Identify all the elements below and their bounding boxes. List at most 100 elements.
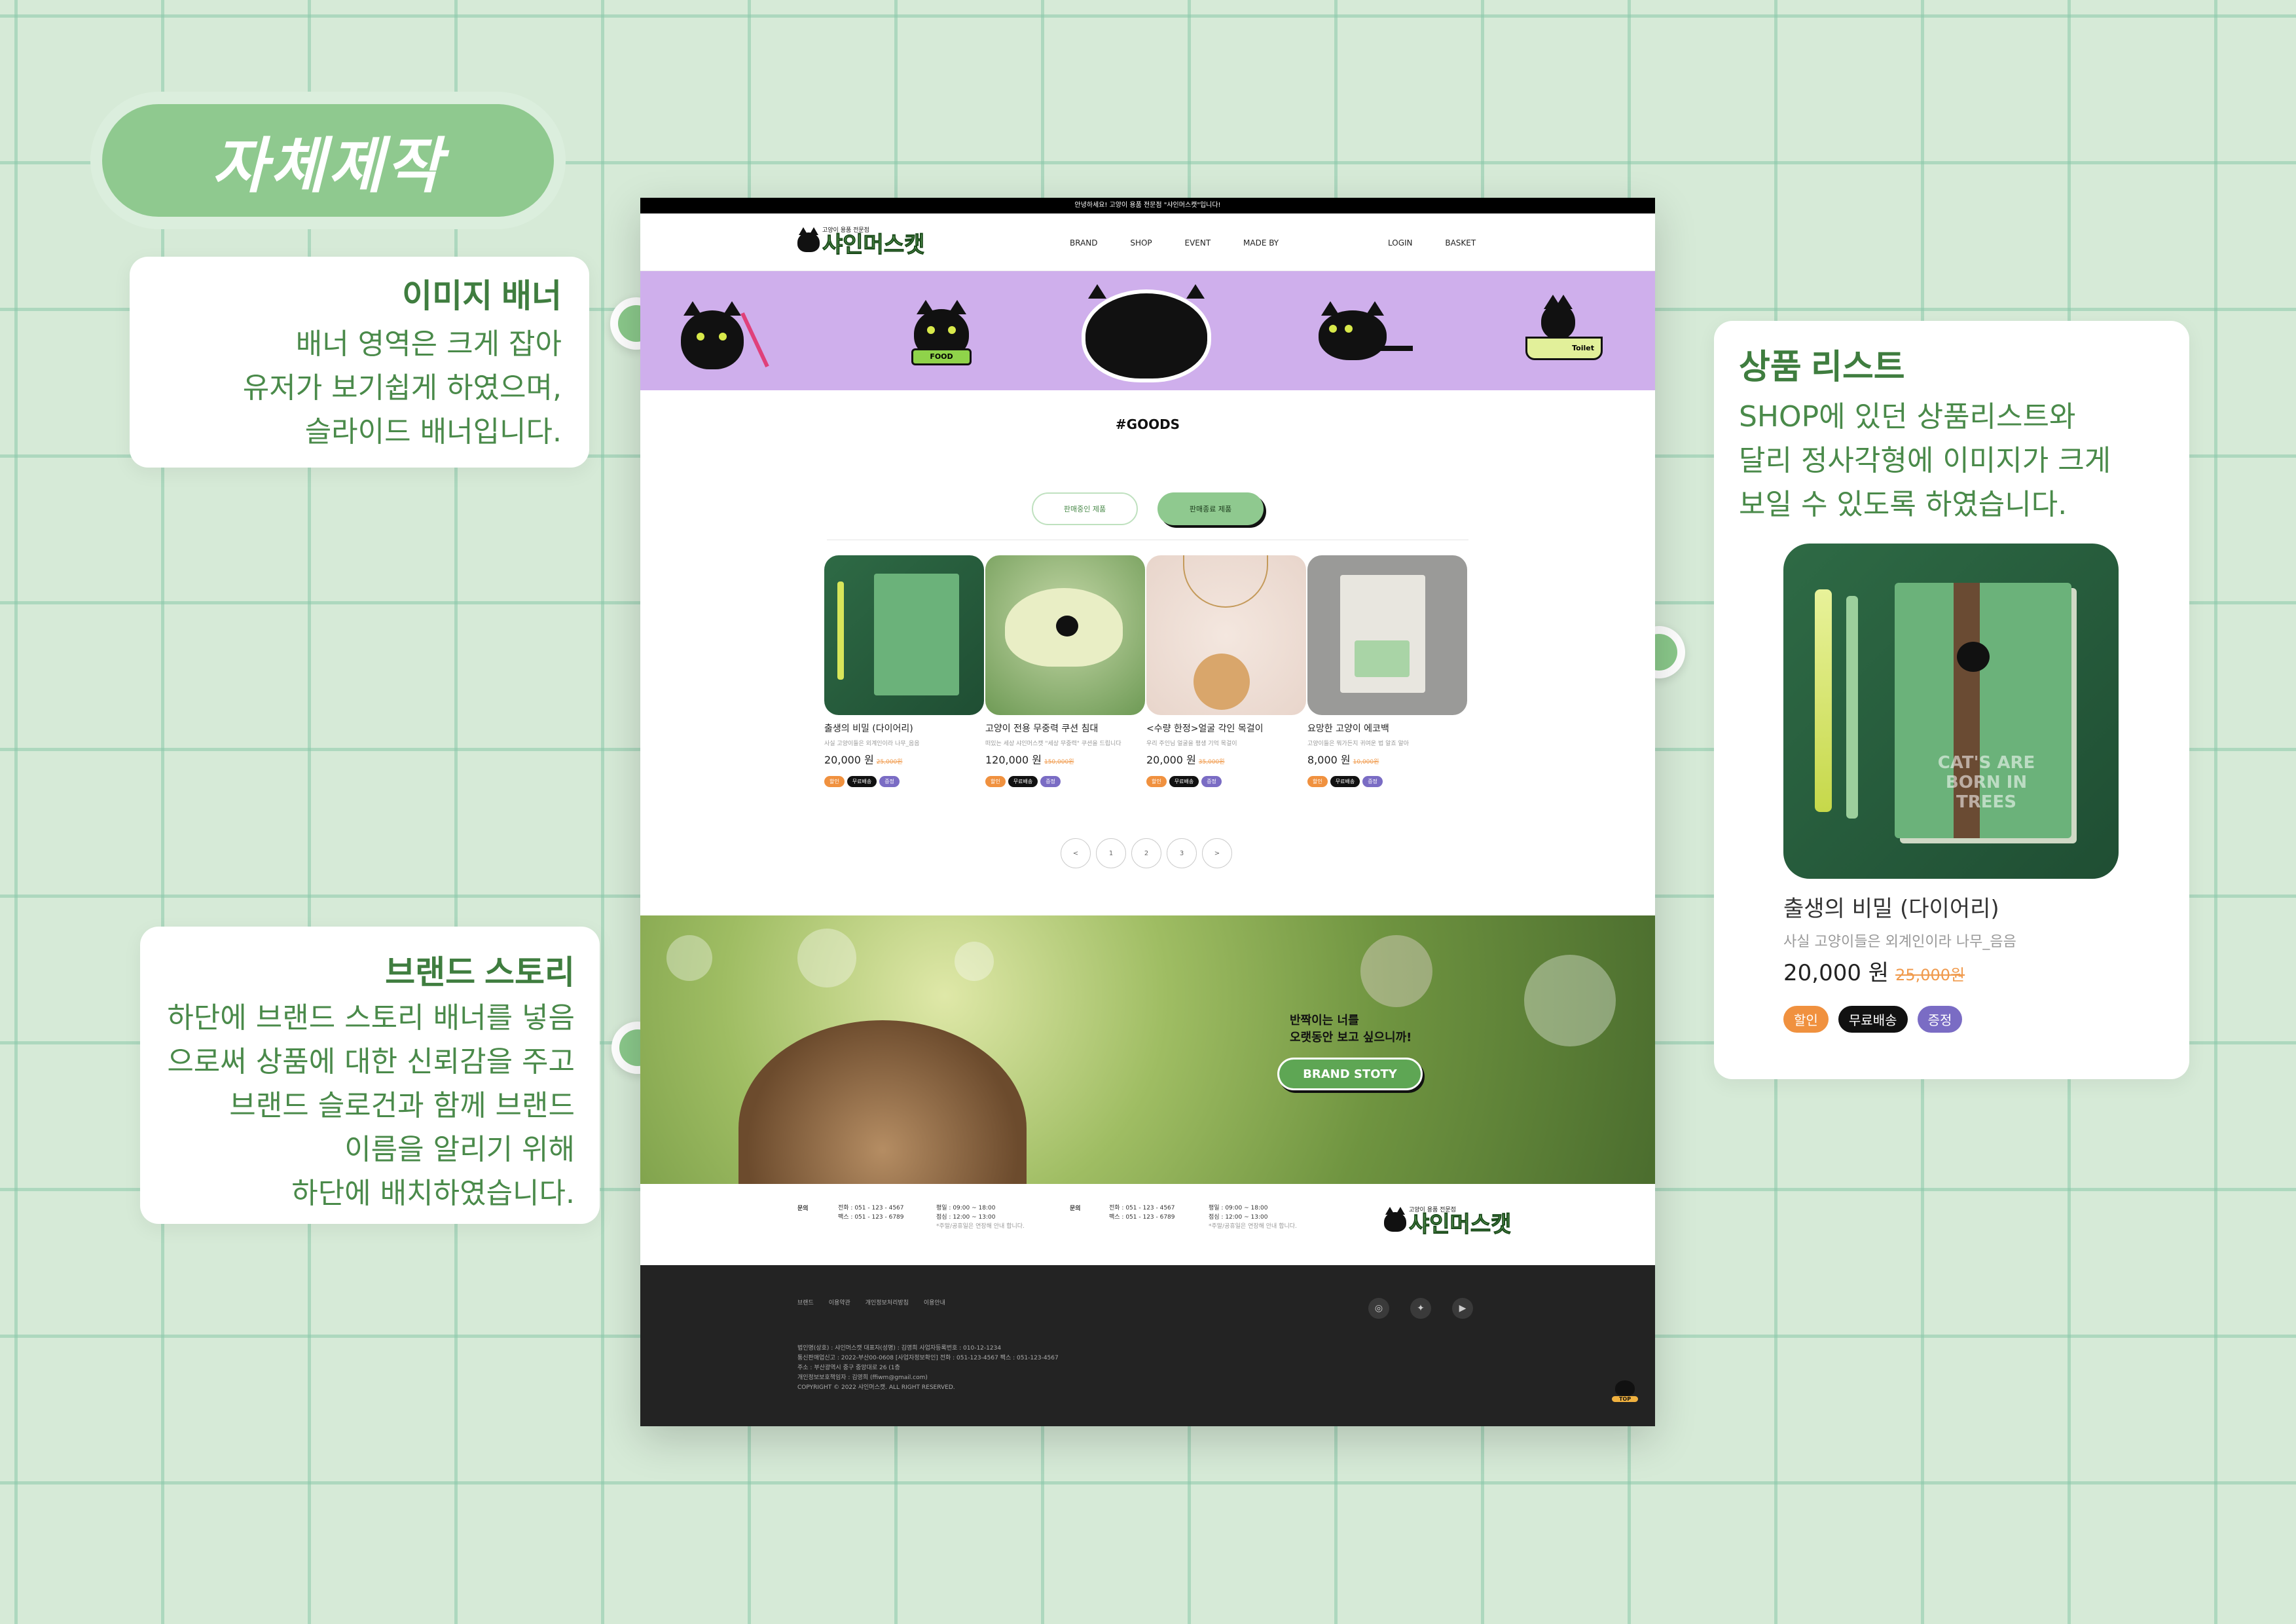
product-name[interactable]: 고양이 전용 무중력 쿠션 침대 (985, 722, 1145, 735)
contact-hours: 평일 : 09:00 ~ 18:00 (936, 1205, 996, 1211)
twitter-icon[interactable]: ✦ (1410, 1298, 1431, 1319)
page-next-button[interactable]: > (1202, 838, 1232, 868)
contact-phone: 전화 : 051 - 123 - 4567 (838, 1205, 904, 1211)
product-old-price: 25,000원 (876, 759, 903, 766)
nav-basket[interactable]: BASKET (1445, 238, 1476, 248)
company-info-line: 통신판매업신고 : 2022-부산00-0608 [사업자정보확인] 전화 : … (797, 1355, 1059, 1361)
cat-tail-shape (1374, 346, 1413, 351)
tab-on-sale[interactable]: 판매중인 제품 (1032, 492, 1138, 525)
product-image[interactable] (985, 555, 1145, 715)
eye (697, 333, 704, 341)
instagram-icon[interactable]: ◎ (1368, 1298, 1389, 1319)
image-banner[interactable]: FOOD Toilet (640, 271, 1655, 390)
cat-icon (1957, 642, 1990, 672)
toilet-box: Toilet (1525, 337, 1603, 360)
brand-story-annotation-line: 으로써 상품에 대한 신뢰감을 주고 (167, 1045, 575, 1079)
company-info-line: 개인정보보호책임자 : 김영희 (ffiwm@gmail.com) (797, 1375, 928, 1381)
brand-story-button[interactable]: BRAND STOTY (1279, 1060, 1421, 1088)
product-name[interactable]: <수량 한정>얼굴 각인 목걸이 (1146, 722, 1306, 735)
product-list-annotation-line: SHOP에 있던 상품리스트와 (1739, 400, 2076, 434)
youtube-icon[interactable]: ▶ (1452, 1298, 1473, 1319)
top-button[interactable]: TOP (1612, 1380, 1638, 1407)
product-card[interactable]: 고양이 전용 무중력 쿠션 침대 떠있는 세상 샤인머스캣 "세상 무중력" 쿠… (985, 555, 1145, 787)
product-old-price: 35,000원 (1198, 759, 1225, 766)
product-card[interactable]: <수량 한정>얼굴 각인 목걸이 우리 주인님 얼굴을 평생 기억 목걸이 20… (1146, 555, 1306, 787)
cat-logo-icon (797, 227, 820, 252)
eye (1329, 325, 1337, 333)
company-info: 법인명(상호) : 샤인머스캣 대표자(성명) : 김영희 사업자등록번호 : … (797, 1344, 1059, 1393)
zoom-product-desc: 사실 고양이들은 외계인이라 나무_음음 (1783, 934, 2016, 950)
page-button[interactable]: 3 (1167, 838, 1197, 868)
bokeh (1360, 935, 1432, 1007)
tag-discount: 할인 (824, 776, 845, 787)
product-desc: 고양이들은 뭐가든지 귀여운 법 알죠 알아 (1307, 741, 1410, 747)
product-image[interactable] (1307, 555, 1467, 715)
site-footer: 브랜드 이용약관 개인정보처리방침 이용안내 법인명(상호) : 샤인머스캣 대… (640, 1265, 1655, 1426)
brand-story-annotation-line: 하단에 브랜드 스토리 배너를 넣음 (167, 1001, 575, 1035)
tag-discount: 할인 (985, 776, 1006, 787)
product-card[interactable]: 요망한 고양이 에코백 고양이들은 뭐가든지 귀여운 법 알죠 알아 8,000… (1307, 555, 1467, 787)
product-price-row: 20,000 원 35,000원 (1146, 751, 1306, 767)
footer-link[interactable]: 이용안내 (924, 1300, 945, 1306)
product-tags: 할인 무료배송 증정 (985, 773, 1145, 787)
wand-toy-shape (740, 312, 769, 368)
banner-annotation-line: 슬라이드 배너입니다. (304, 415, 562, 449)
product-list-annotation-title: 상품 리스트 (1739, 348, 1905, 386)
cat-icon (1056, 616, 1078, 637)
product-price: 8,000 원 (1307, 754, 1351, 766)
pencil-shape (1846, 596, 1858, 819)
contact-hours-block: 평일 : 09:00 ~ 18:00 점심 : 12:00 ~ 13:00 *주… (936, 1204, 1025, 1231)
contact-info: 문의 전화 : 051 - 123 - 4567 팩스 : 051 - 123 … (640, 1184, 1655, 1265)
product-name[interactable]: 출생의 비밀 (다이어리) (824, 722, 984, 735)
product-image[interactable] (824, 555, 984, 715)
diary-shape: CAT'S ARE BORN IN TREES (1895, 583, 2071, 838)
eye (719, 333, 727, 341)
footer-logo[interactable]: 고양이 용품 전문점 샤인머스캣 (1384, 1206, 1512, 1236)
product-list-annotation-line: 달리 정사각형에 이미지가 크게 (1739, 444, 2111, 477)
site-logo[interactable]: 고양이 용품 전문점 샤인머스캣 (797, 227, 925, 257)
contact-lunch: 점심 : 12:00 ~ 13:00 (1209, 1214, 1268, 1221)
copyright: COPYRIGHT © 2022 샤인머스캣. ALL RIGHT RESERV… (797, 1384, 955, 1391)
product-image[interactable] (1146, 555, 1306, 715)
zoom-product-image: CAT'S ARE BORN IN TREES (1783, 544, 2119, 879)
tag-gift: 증정 (1040, 776, 1061, 787)
bokeh (666, 935, 712, 981)
page-prev-button[interactable]: < (1061, 838, 1091, 868)
product-list-annotation-card: 상품 리스트 SHOP에 있던 상품리스트와 달리 정사각형에 이미지가 크게 … (1714, 321, 2189, 1079)
footer-link[interactable]: 개인정보처리방침 (866, 1300, 909, 1306)
product-desc: 떠있는 세상 샤인머스캣 "세상 무중력" 쿠션을 드립니다 (985, 741, 1121, 747)
tab-sold-out[interactable]: 판매종료 제품 (1157, 492, 1264, 525)
nav-made-by[interactable]: MADE BY (1243, 238, 1279, 248)
tag-discount: 할인 (1146, 776, 1167, 787)
kitten-photo (738, 1020, 1027, 1184)
pen-shape (1815, 589, 1832, 812)
zoom-product-price: 20,000 원 (1783, 960, 1889, 986)
contact-phone-block: 전화 : 051 - 123 - 4567 팩스 : 051 - 123 - 6… (838, 1204, 904, 1222)
footer-link[interactable]: 브랜드 (797, 1300, 814, 1306)
product-old-price: 150,000원 (1044, 759, 1074, 766)
page-button[interactable]: 1 (1096, 838, 1126, 868)
page-title: 자체제작 (102, 104, 554, 217)
nav-event[interactable]: EVENT (1185, 238, 1211, 248)
cat-toy-illustration (681, 301, 744, 369)
product-desc: 우리 주인님 얼굴을 평생 기억 목걸이 (1146, 741, 1237, 747)
diary-shape (874, 574, 959, 695)
product-price-row: 20,000 원 25,000원 (824, 751, 984, 767)
product-name[interactable]: 요망한 고양이 에코백 (1307, 722, 1467, 735)
product-price: 120,000 원 (985, 754, 1042, 766)
brand-story-banner: 반짝이는 너를 오랫동안 보고 싶으니까! BRAND STOTY (640, 915, 1655, 1184)
brand-story-annotation-line: 브랜드 슬로건과 함께 브랜드 (229, 1089, 575, 1122)
brand-slogan: 반짝이는 너를 오랫동안 보고 싶으니까! (1290, 1012, 1412, 1046)
eye (927, 326, 935, 334)
brand-story-annotation-line: 이름을 알리기 위해 (344, 1133, 575, 1166)
nav-shop[interactable]: SHOP (1130, 238, 1152, 248)
contact-phone-block: 전화 : 051 - 123 - 4567 팩스 : 051 - 123 - 6… (1109, 1204, 1175, 1222)
nav-brand[interactable]: BRAND (1070, 238, 1098, 248)
footer-link[interactable]: 이용약관 (829, 1300, 850, 1306)
nav-login[interactable]: LOGIN (1388, 238, 1413, 248)
product-card[interactable]: 출생의 비밀 (다이어리) 사실 고양이들은 외계인이라 나무_음음 20,00… (824, 555, 984, 787)
brand-slogan-line: 오랫동안 보고 싶으니까! (1290, 1031, 1412, 1044)
tag-gift: 증정 (1917, 1006, 1963, 1033)
zoom-product-tags: 할인 무료배송 증정 (1783, 1006, 1969, 1033)
page-button[interactable]: 2 (1131, 838, 1161, 868)
